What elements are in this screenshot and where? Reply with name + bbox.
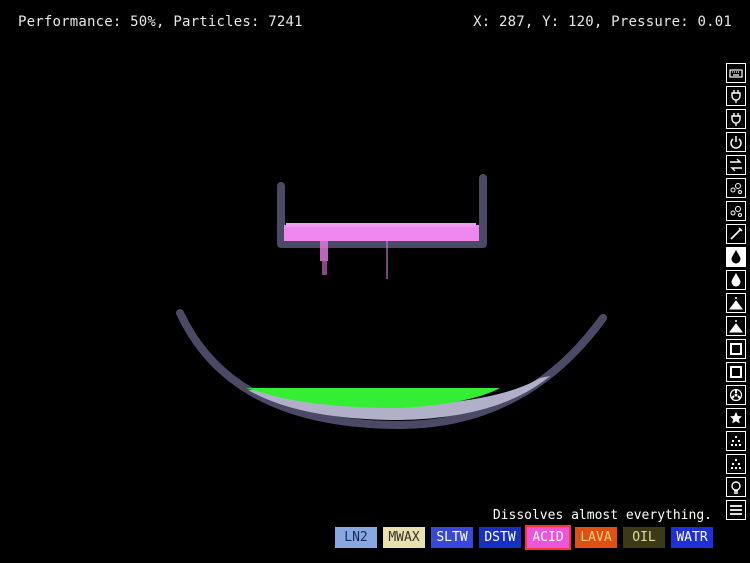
tool-button-8[interactable] [726,247,746,267]
element-button-oil[interactable]: OIL [623,527,665,548]
liquid-drop-icon [731,250,741,264]
element-button-lava[interactable]: LAVA [575,527,617,548]
element-button-acid[interactable]: ACID [525,525,571,550]
element-button-dstw[interactable]: DSTW [479,527,521,548]
powder-icon [729,320,743,333]
element-button-watr[interactable]: WATR [671,527,713,548]
power-icon [730,136,742,149]
element-button-mwax[interactable]: MWAX [383,527,425,548]
gas-icon [730,183,742,194]
tool-button-3[interactable] [726,132,746,152]
powder-icon [729,297,743,310]
radiation-icon [729,388,743,402]
drop-icon [731,273,741,287]
acid-particles [284,223,479,279]
tool-button-12[interactable] [726,339,746,359]
tool-button-18[interactable] [726,477,746,497]
keyboard-icon [729,69,743,78]
element-button-sltw[interactable]: SLTW [431,527,473,548]
element-button-ln2[interactable]: LN2 [335,527,377,548]
tool-button-15[interactable] [726,408,746,428]
tool-button-19[interactable] [726,500,746,520]
plug-icon [731,113,741,126]
tool-button-7[interactable] [726,224,746,244]
tool-button-10[interactable] [726,293,746,313]
dots-icon [731,459,741,469]
bulb-icon [731,481,741,494]
tool-button-2[interactable] [726,109,746,129]
wand-icon [730,227,743,240]
tool-button-13[interactable] [726,362,746,382]
solid-icon [730,366,742,378]
tool-button-1[interactable] [726,86,746,106]
tool-button-5[interactable] [726,178,746,198]
tool-button-9[interactable] [726,270,746,290]
tool-button-0[interactable] [726,63,746,83]
dots-icon [731,436,741,446]
plug-icon [731,90,741,103]
tool-sidebar [726,63,748,520]
gas-icon [730,206,742,217]
element-palette: LN2 MWAX SLTW DSTW ACID LAVA OIL WATR [335,525,713,550]
star-icon [730,412,742,424]
arrows-icon [730,158,742,172]
tool-button-6[interactable] [726,201,746,221]
element-description: Dissolves almost everything. [492,508,712,523]
tool-button-17[interactable] [726,454,746,474]
simulation-canvas[interactable] [0,0,750,563]
tool-button-16[interactable] [726,431,746,451]
tool-button-4[interactable] [726,155,746,175]
tool-button-11[interactable] [726,316,746,336]
solid-icon [730,343,742,355]
tool-button-14[interactable] [726,385,746,405]
menu-icon [730,505,742,515]
